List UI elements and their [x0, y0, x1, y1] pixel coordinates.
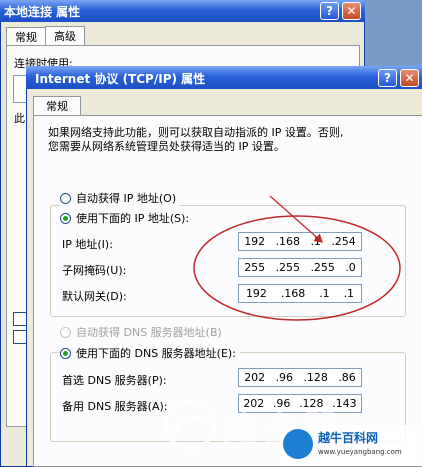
site-url: www.yueyangbang.com [318, 448, 402, 456]
arrow-icon [269, 195, 323, 243]
site-name: 越牛百科网 [318, 431, 379, 445]
watermark-swirl-icon [163, 398, 217, 452]
highlight-ellipse [193, 215, 401, 321]
site-logo-icon [283, 429, 313, 459]
